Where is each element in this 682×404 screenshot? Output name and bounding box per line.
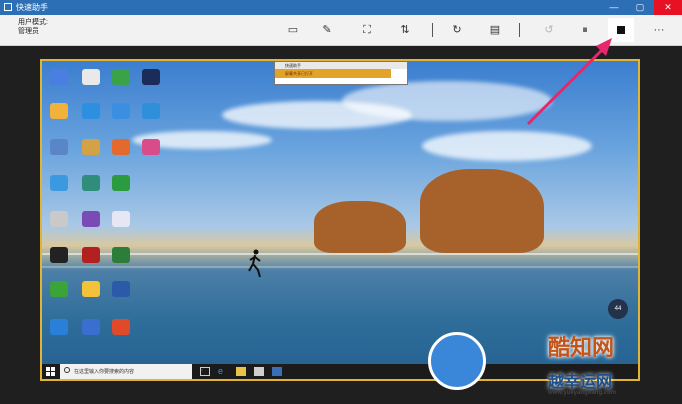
- watermark-logo: [428, 332, 486, 390]
- watermark-brand-sub: 越幸运网: [548, 374, 613, 391]
- watermark-url: www.yueyangbang.com: [548, 390, 617, 396]
- watermark-brand: 酷知网: [548, 335, 615, 360]
